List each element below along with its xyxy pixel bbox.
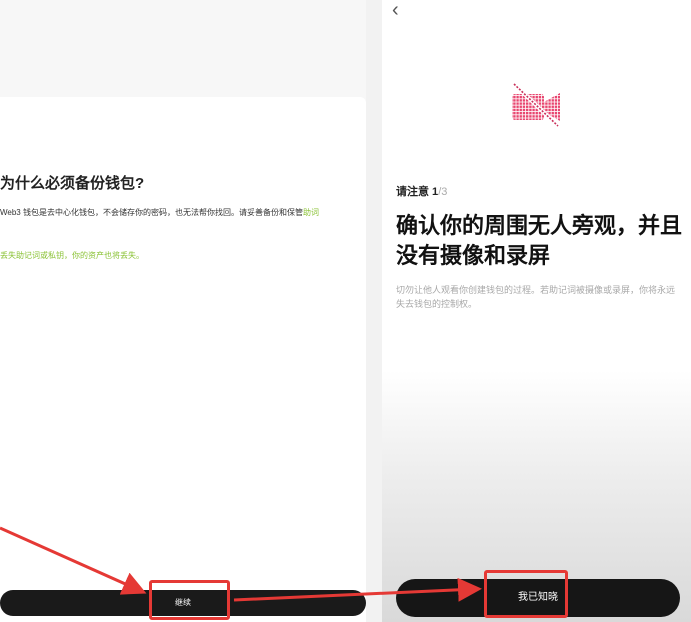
annotation-arrows	[0, 526, 482, 602]
arrow-to-acknowledge	[233, 577, 482, 602]
arrow-to-continue	[0, 526, 147, 595]
